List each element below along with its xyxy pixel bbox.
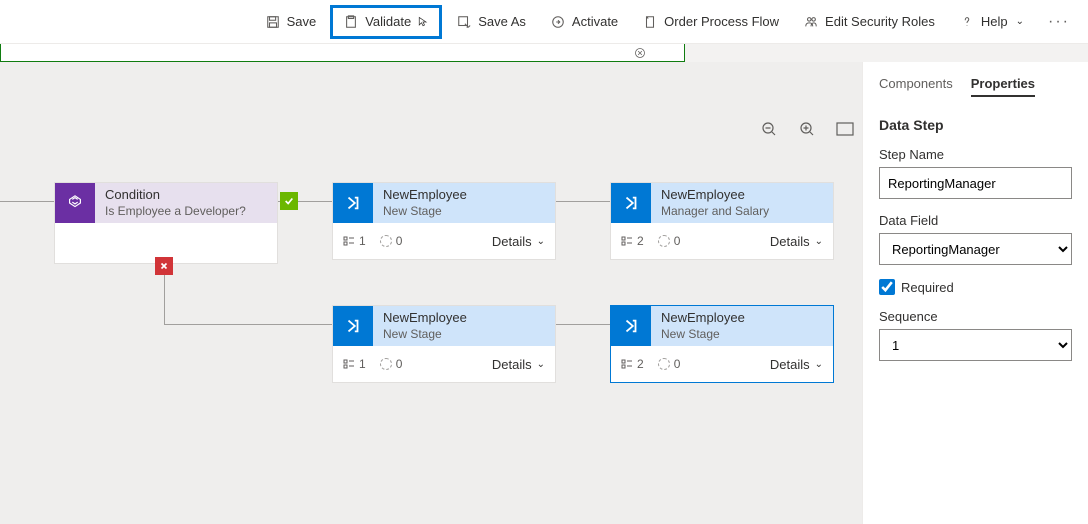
canvas: Condition Is Employee a Developer? NewEm…	[0, 62, 862, 524]
save-as-button[interactable]: Save As	[446, 8, 536, 36]
step-name-input[interactable]	[879, 167, 1072, 199]
chevron-down-icon: ⌄	[1016, 16, 1024, 27]
pending-count: 0	[658, 357, 681, 371]
connector-line	[556, 324, 610, 325]
stage-icon	[333, 306, 373, 346]
cursor-icon	[417, 16, 429, 28]
dotted-circle-icon	[380, 358, 392, 370]
sequence-select[interactable]: 1	[879, 329, 1072, 361]
roles-icon	[803, 14, 819, 30]
stage-title: NewEmployee	[661, 310, 823, 327]
toolbar: Save Validate Save As Activate Order Pro…	[0, 0, 1088, 44]
panel-heading: Data Step	[879, 117, 1072, 133]
step-count: 2	[621, 234, 644, 248]
order-flow-button[interactable]: Order Process Flow	[632, 8, 789, 36]
stage-card[interactable]: NewEmployee Manager and Salary 2 0 Detai…	[610, 182, 834, 260]
sequence-label: Sequence	[879, 309, 1072, 324]
order-icon	[642, 14, 658, 30]
stage-subtitle: New Stage	[661, 327, 823, 343]
panel-tabs: Components Properties	[863, 62, 1088, 107]
status-bar	[0, 44, 685, 62]
dotted-circle-icon	[658, 358, 670, 370]
activate-button[interactable]: Activate	[540, 8, 628, 36]
connector-line	[556, 201, 610, 202]
no-badge	[155, 257, 173, 275]
step-count: 1	[343, 234, 366, 248]
details-link[interactable]: Details ⌄	[492, 357, 545, 372]
stage-subtitle: New Stage	[383, 327, 545, 343]
pending-count: 0	[658, 234, 681, 248]
pending-count: 0	[380, 234, 403, 248]
data-field-select[interactable]: ReportingManager	[879, 233, 1072, 265]
stage-icon	[611, 306, 651, 346]
status-close-button[interactable]	[632, 45, 648, 61]
zoom-in-icon[interactable]	[798, 120, 816, 138]
dotted-circle-icon	[658, 235, 670, 247]
stage-subtitle: New Stage	[383, 204, 545, 220]
details-link[interactable]: Details ⌄	[492, 234, 545, 249]
data-field-label: Data Field	[879, 213, 1072, 228]
help-button[interactable]: Help ⌄	[949, 8, 1034, 36]
stage-title: NewEmployee	[383, 310, 545, 327]
save-icon	[265, 14, 281, 30]
condition-title: Condition	[105, 187, 267, 204]
details-link[interactable]: Details ⌄	[770, 357, 823, 372]
help-icon	[959, 14, 975, 30]
chevron-down-icon: ⌄	[537, 236, 545, 247]
dotted-circle-icon	[380, 235, 392, 247]
required-label: Required	[901, 280, 954, 295]
stage-icon	[333, 183, 373, 223]
step-count: 1	[343, 357, 366, 371]
tab-components[interactable]: Components	[879, 76, 953, 97]
stage-title: NewEmployee	[661, 187, 823, 204]
required-checkbox[interactable]	[879, 279, 895, 295]
condition-icon	[55, 183, 95, 223]
activate-icon	[550, 14, 566, 30]
condition-card[interactable]: Condition Is Employee a Developer?	[54, 182, 278, 264]
more-button[interactable]: ···	[1038, 7, 1080, 37]
edit-roles-button[interactable]: Edit Security Roles	[793, 8, 945, 36]
yes-badge	[280, 192, 298, 210]
stage-icon	[611, 183, 651, 223]
validate-button[interactable]: Validate	[330, 5, 442, 39]
properties-panel: Components Properties Data Step Step Nam…	[862, 62, 1088, 524]
canvas-toolbar	[760, 120, 854, 138]
fit-screen-icon[interactable]	[836, 120, 854, 138]
stage-card[interactable]: NewEmployee New Stage 1 0 Details ⌄	[332, 182, 556, 260]
chevron-down-icon: ⌄	[815, 236, 823, 247]
stage-subtitle: Manager and Salary	[661, 204, 823, 220]
step-name-label: Step Name	[879, 147, 1072, 162]
zoom-out-icon[interactable]	[760, 120, 778, 138]
stage-card-selected[interactable]: NewEmployee New Stage 2 0 Details ⌄	[610, 305, 834, 383]
details-link[interactable]: Details ⌄	[770, 234, 823, 249]
save-button[interactable]: Save	[255, 8, 327, 36]
pending-count: 0	[380, 357, 403, 371]
connector-line	[0, 201, 54, 202]
stage-title: NewEmployee	[383, 187, 545, 204]
save-as-icon	[456, 14, 472, 30]
tab-properties[interactable]: Properties	[971, 76, 1035, 97]
step-count: 2	[621, 357, 644, 371]
connector-line	[164, 324, 332, 325]
validate-icon	[343, 14, 359, 30]
condition-subtitle: Is Employee a Developer?	[105, 204, 267, 220]
chevron-down-icon: ⌄	[537, 359, 545, 370]
chevron-down-icon: ⌄	[815, 359, 823, 370]
stage-card[interactable]: NewEmployee New Stage 1 0 Details ⌄	[332, 305, 556, 383]
